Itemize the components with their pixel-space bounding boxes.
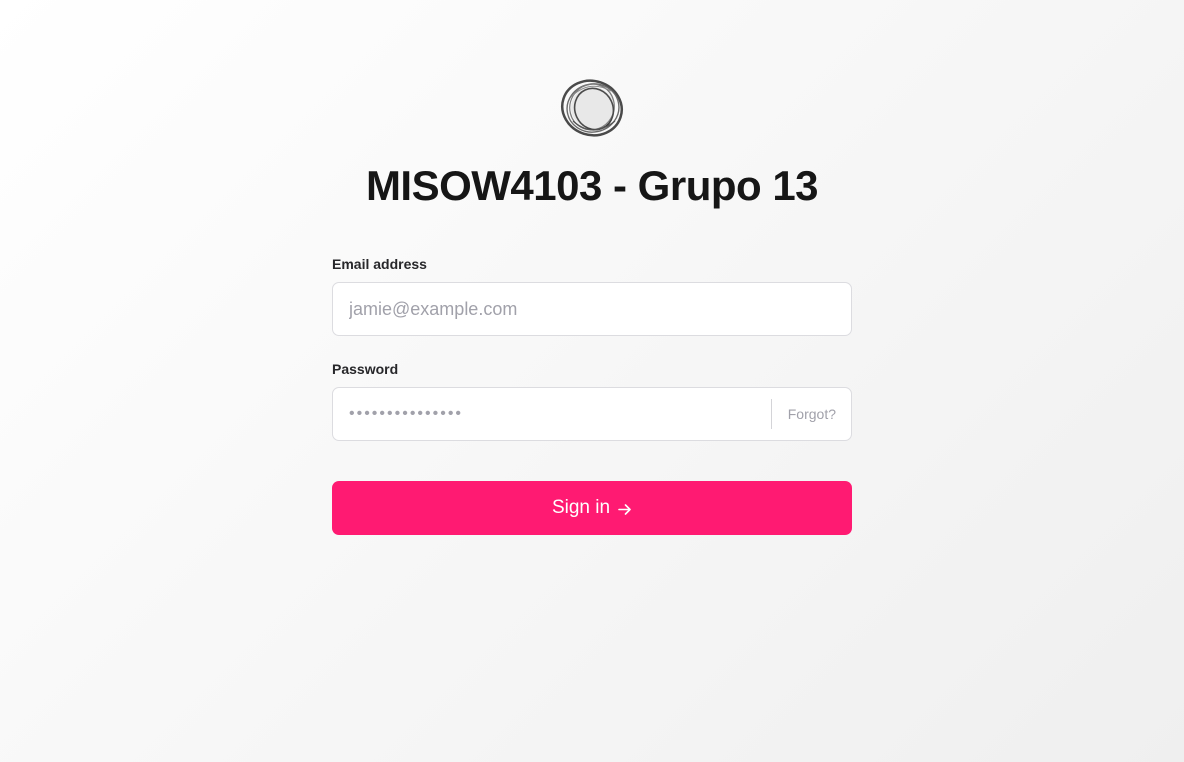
email-field-wrapper (332, 282, 852, 336)
password-label: Password (332, 361, 399, 377)
ring-logo-icon (559, 77, 627, 139)
page-title: MISOW4103 - Grupo 13 (365, 162, 819, 209)
password-input[interactable] (333, 388, 771, 440)
forgot-password-link[interactable]: Forgot? (772, 406, 851, 422)
sign-in-button[interactable]: Sign in (332, 481, 852, 535)
login-form: Email address Password Forgot? Sign in (332, 255, 852, 535)
email-input[interactable] (333, 283, 851, 335)
arrow-right-icon (617, 501, 632, 516)
sign-in-label: Sign in (551, 497, 611, 518)
email-label: Email address (332, 256, 427, 272)
password-field-wrapper: Forgot? (332, 387, 852, 441)
